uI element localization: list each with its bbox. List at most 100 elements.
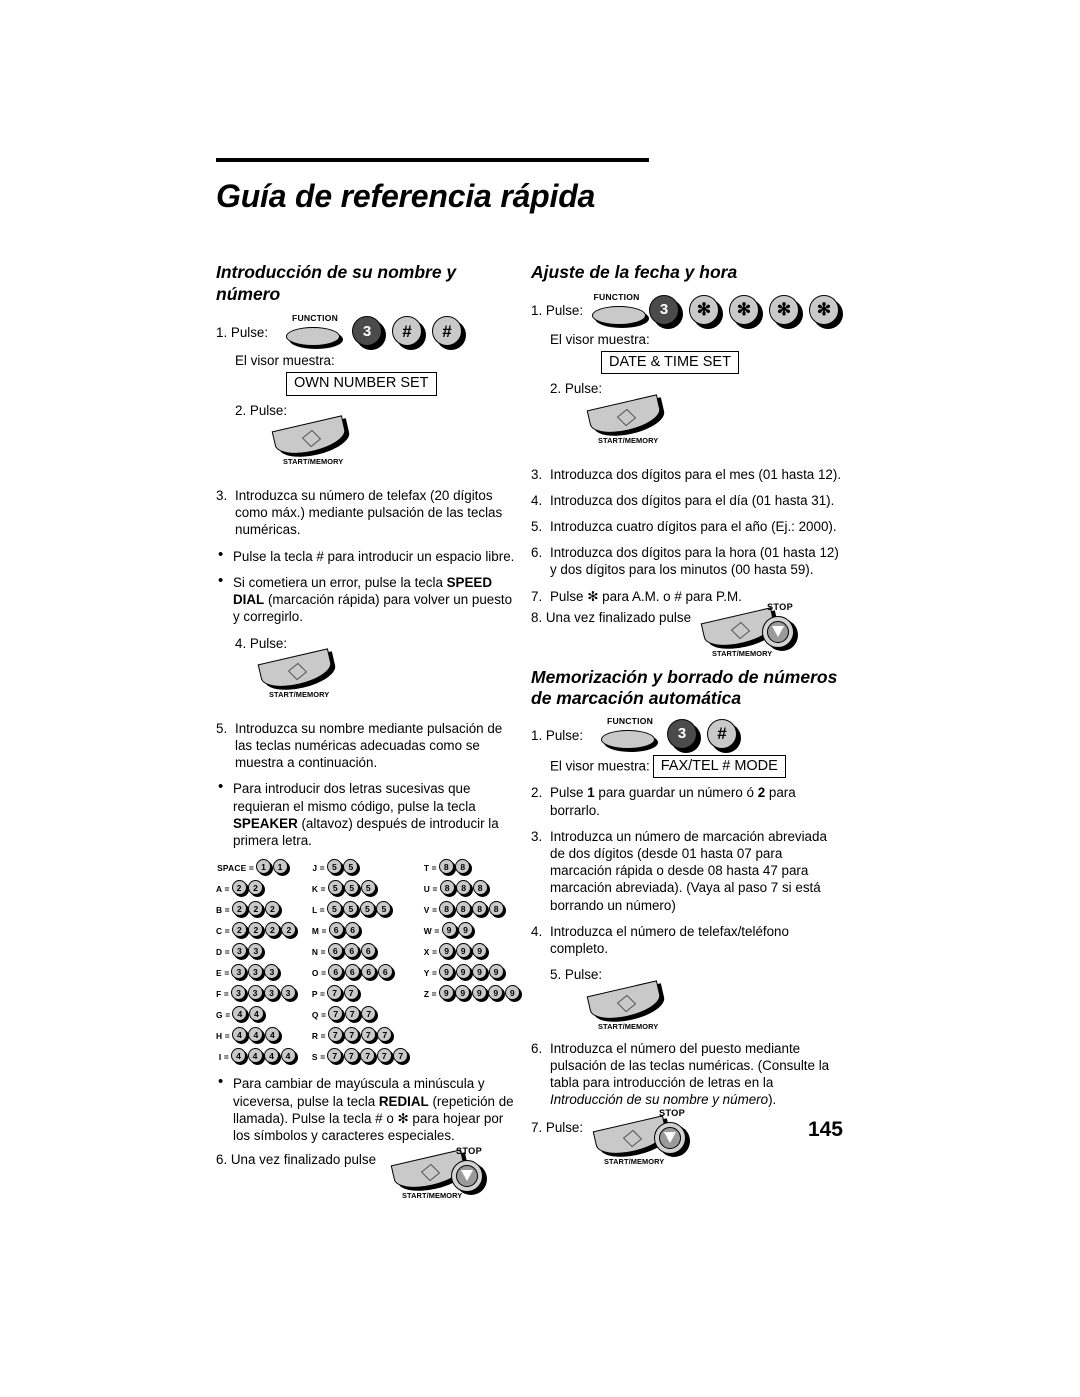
- step-4-memo-text: Introduzca el número de telefax/teléfono…: [550, 923, 789, 957]
- keypad-digit-2: 2: [248, 880, 266, 898]
- keypad-digit-2: 2: [231, 901, 249, 919]
- asterisk-icon: ✻: [696, 300, 712, 320]
- key-hash-1-face: #: [707, 718, 737, 749]
- keypad-digit-face: 7: [343, 1048, 359, 1064]
- keypad-digit-7: 7: [393, 1048, 411, 1066]
- bullet-speaker-pre: Para introducir dos letras sucesivas que…: [233, 781, 476, 814]
- letter-code-digits: 777: [328, 1006, 379, 1024]
- start-memory-key[interactable]: START/MEMORY: [586, 979, 673, 1031]
- step-3-nombre: 3. Introduzca su número de telefax (20 d…: [216, 487, 516, 539]
- key-hash-1[interactable]: #: [392, 316, 426, 351]
- letter-code-digits: 9999: [439, 964, 506, 982]
- keypad-digit-face: 7: [344, 1006, 360, 1022]
- step-4-fecha: 4. Introduzca dos dígitos para el día (0…: [531, 492, 843, 509]
- letter-code-row: S = 7 7 7 7 7: [311, 1047, 411, 1066]
- letter-code-digits: 22: [231, 880, 266, 898]
- step-6-memo: 6. Introduzca el número del puesto media…: [531, 1040, 843, 1109]
- step-4-memo: 4. Introduzca el número de telefax/teléf…: [531, 923, 843, 957]
- letter-code-row: SPACE = 1 1: [216, 858, 298, 877]
- keypad-digit-8: 8: [438, 859, 456, 877]
- section-title-fecha-hora: Ajuste de la fecha y hora: [531, 262, 738, 282]
- letter-code-label: H =: [216, 1030, 230, 1041]
- step-5-fecha-text: Introduzca cuatro dígitos para el año (E…: [550, 518, 837, 534]
- key-asterisk-1[interactable]: ✻: [689, 294, 723, 329]
- keypad-digit-face: 6: [328, 922, 344, 938]
- hash-icon: #: [442, 321, 452, 341]
- keypad-digit-3: 3: [247, 964, 265, 982]
- letter-code-digits: 222: [231, 901, 282, 919]
- step-7-memo-label: 7. Pulse:: [531, 1120, 584, 1136]
- step-2-fecha-label: 2. Pulse:: [531, 380, 843, 397]
- key-3[interactable]: 3: [352, 316, 386, 351]
- display-label-1: El visor muestra:: [235, 353, 335, 369]
- letter-code-label: J =: [312, 862, 325, 873]
- function-key-face: [286, 327, 340, 347]
- keypad-digit-6: 6: [377, 964, 395, 982]
- key-hash-2-face: #: [432, 316, 462, 347]
- bullet-speed-dial: • Si cometiera un error, pulse la tecla …: [216, 572, 516, 626]
- stop-triangle-icon: [461, 1170, 473, 1182]
- keypad-digit-9: 9: [455, 985, 473, 1003]
- keypad-digit-6: 6: [344, 964, 362, 982]
- letter-code-digits: 2222: [231, 922, 299, 940]
- keypad-digit-1: 1: [256, 859, 273, 877]
- keypad-digit-7: 7: [343, 1048, 361, 1066]
- function-key[interactable]: FUNCTION: [284, 313, 346, 350]
- start-memory-key[interactable]: START/MEMORY: [586, 393, 673, 445]
- key-asterisk-1-face: ✻: [689, 294, 719, 325]
- stop-key[interactable]: STOP: [448, 1146, 504, 1196]
- keypad-digit-face: 9: [438, 985, 454, 1001]
- step-5-memo-text: 5. Pulse:: [550, 967, 603, 983]
- stop-triangle-icon: [772, 625, 784, 637]
- function-key[interactable]: FUNCTION: [590, 292, 649, 329]
- start-memory-key[interactable]: START/MEMORY: [257, 648, 344, 699]
- step-5-fecha-num: 5.: [531, 518, 543, 534]
- start-memory-key[interactable]: START/MEMORY: [271, 415, 358, 466]
- asterisk-icon: ✻: [736, 300, 752, 320]
- keypad-digit-9: 9: [488, 985, 506, 1003]
- key-asterisk-4[interactable]: ✻: [809, 294, 843, 329]
- key-hash-2[interactable]: #: [432, 316, 466, 351]
- keypad-digit-7: 7: [327, 1048, 345, 1066]
- keypad-digit-face: 6: [377, 964, 393, 980]
- step-1-nombre-row: 1. Pulse: FUNCTION 3 # #: [216, 313, 516, 351]
- keypad-digit-3: 3: [248, 943, 266, 961]
- step-3-fecha-text: Introduzca dos dígitos para el mes (01 h…: [550, 466, 842, 482]
- keypad-digit-face: 8: [455, 901, 471, 917]
- letter-code-label: G =: [216, 1009, 231, 1020]
- keypad-digit-7: 7: [361, 1006, 379, 1024]
- stop-key[interactable]: STOP: [651, 1108, 707, 1158]
- letter-code-row: T = 8 8: [424, 858, 522, 877]
- lcd-fax-tel-mode: FAX/TEL # MODE: [652, 754, 786, 779]
- keypad-digit-9: 9: [471, 985, 489, 1003]
- keypad-digit-9: 9: [455, 943, 473, 961]
- key-3[interactable]: 3: [667, 718, 701, 753]
- letter-code-label: S =: [311, 1051, 326, 1062]
- function-key-face: [601, 729, 655, 749]
- step-4-memo-num: 4.: [531, 923, 543, 939]
- keypad-digit-face: 7: [343, 985, 359, 1001]
- keypad-digit-8: 8: [439, 880, 457, 898]
- function-key[interactable]: FUNCTION: [599, 716, 661, 753]
- keypad-digit-2: 2: [281, 922, 299, 940]
- keypad-digit-face: 9: [471, 985, 487, 1001]
- letter-code-digits: 77: [327, 985, 361, 1003]
- keypad-digit-9: 9: [439, 964, 457, 982]
- stop-key[interactable]: STOP: [759, 602, 815, 651]
- bullet-icon: •: [218, 778, 224, 796]
- key-3[interactable]: 3: [649, 294, 683, 329]
- key-asterisk-2[interactable]: ✻: [729, 294, 763, 329]
- bullet-icon: •: [218, 1073, 224, 1091]
- lcd-own-number-set: OWN NUMBER SET: [286, 372, 437, 396]
- step-6-memo-num: 6.: [531, 1040, 543, 1056]
- keypad-digit-7: 7: [377, 1027, 395, 1045]
- keypad-digit-7: 7: [343, 985, 361, 1003]
- key-hash-1[interactable]: #: [707, 718, 741, 753]
- key-asterisk-3[interactable]: ✻: [769, 294, 803, 329]
- keypad-digit-8: 8: [456, 880, 474, 898]
- keypad-digit-3: 3: [231, 985, 248, 1003]
- letter-code-digits: 8888: [439, 901, 506, 919]
- stop-key-caption: STOP: [456, 1146, 483, 1157]
- step-1-nombre-label: 1. Pulse:: [216, 324, 269, 340]
- letter-code-row: M = 6 6: [312, 921, 410, 940]
